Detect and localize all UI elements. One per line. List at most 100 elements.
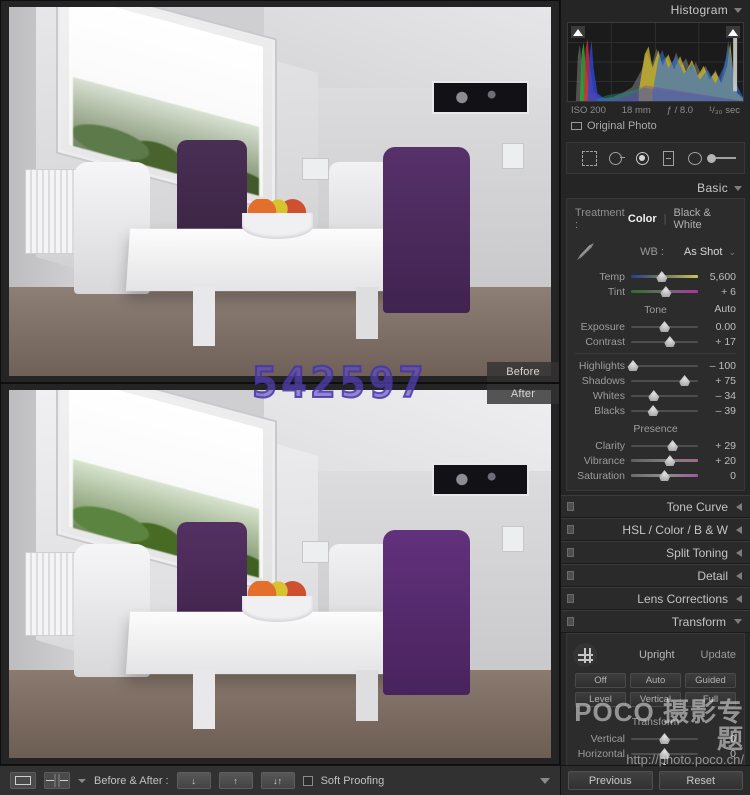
shadows-slider[interactable] [631,375,698,386]
chevron-left-icon[interactable] [736,571,742,580]
slider-row[interactable]: Vertical 0 [567,731,744,746]
saturation-slider-knob[interactable] [659,470,670,481]
chevron-down-icon[interactable] [734,619,742,624]
exposure-slider[interactable] [631,321,698,332]
slider-row[interactable]: Temp 5,600 [567,269,744,284]
radial-filter-tool[interactable] [685,148,705,168]
reset-button[interactable]: Reset [658,771,743,790]
highlight-clipping-indicator[interactable] [726,26,740,38]
saturation-slider[interactable] [631,470,698,481]
copy-after-settings-button[interactable]: ↑ [218,772,253,789]
after-photo-pane[interactable]: After [0,382,560,765]
wb-chevron-icon[interactable]: ⌄ [728,247,736,258]
horizontal-slider[interactable] [631,748,698,759]
horizontal-slider-knob[interactable] [659,748,670,759]
copy-before-settings-button[interactable]: ↓ [176,772,211,789]
panel-hsl-color-bw[interactable]: HSL / Color / B & W [561,518,750,541]
swap-settings-button[interactable]: ↓↑ [260,772,295,789]
chevron-left-icon[interactable] [736,548,742,557]
slider-row[interactable]: Exposure 0.00 [567,319,744,334]
upright-full-button[interactable]: Full [685,692,736,707]
graduated-filter-tool[interactable] [659,148,679,168]
before-after-view-icon[interactable] [44,772,70,789]
chevron-left-icon[interactable] [736,525,742,534]
adjustment-brush-tool[interactable] [707,148,737,168]
panel-switch-icon[interactable] [567,525,574,534]
chevron-left-icon[interactable] [736,502,742,511]
panel-transform-header[interactable]: Transform [561,610,750,633]
panel-tone-curve[interactable]: Tone Curve [561,495,750,518]
vibrance-slider-knob[interactable] [664,455,676,466]
chevron-down-icon[interactable] [734,7,742,13]
white-balance-selector-icon[interactable] [573,239,599,265]
upright-auto-button[interactable]: Auto [630,673,681,688]
slider-row[interactable]: Highlights – 100 [567,358,744,373]
slider-row[interactable]: Saturation 0 [567,468,744,483]
slider-row[interactable]: Contrast + 17 [567,334,744,349]
slider-row[interactable]: Tint + 6 [567,284,744,299]
panel-switch-icon[interactable] [567,502,574,511]
slider-row[interactable]: Vibrance + 20 [567,453,744,468]
contrast-slider[interactable] [631,336,698,347]
vertical-slider[interactable] [631,733,698,744]
wb-preset-value[interactable]: As Shot [684,246,723,258]
panel-lens-corrections[interactable]: Lens Corrections [561,587,750,610]
blacks-slider[interactable] [631,405,698,416]
soft-proofing-checkbox[interactable] [302,775,313,786]
panel-switch-icon[interactable] [567,548,574,557]
original-photo-row[interactable]: Original Photo [561,116,750,138]
treatment-bw-option[interactable]: Black & White [674,207,736,231]
temp-slider[interactable] [631,271,698,282]
view-mode-chevron-down-icon[interactable] [78,778,86,783]
upright-grid-icon[interactable] [573,643,597,667]
panel-switch-icon[interactable] [567,594,574,603]
highlights-slider[interactable] [627,360,698,371]
basic-panel-header[interactable]: Basic [561,178,750,198]
slider-row[interactable]: Whites – 34 [567,388,744,403]
previous-button[interactable]: Previous [568,771,653,790]
wall-art [431,463,530,497]
temp-slider-knob[interactable] [656,271,668,282]
shadow-clipping-indicator[interactable] [571,26,585,38]
vertical-slider-knob[interactable] [659,733,670,744]
panel-switch-icon[interactable] [567,617,574,626]
upright-update-button[interactable]: Update [701,649,736,661]
slider-row[interactable]: Horizontal 0 [567,746,744,761]
panel-detail[interactable]: Detail [561,564,750,587]
chevron-down-icon[interactable] [734,185,742,191]
contrast-slider-knob[interactable] [664,336,676,347]
whites-slider[interactable] [631,390,698,401]
blacks-slider-knob[interactable] [647,405,659,416]
auto-tone-button[interactable]: Auto [714,303,736,315]
slider-row[interactable]: Shadows + 75 [567,373,744,388]
clarity-slider-knob[interactable] [667,440,679,451]
upright-level-button[interactable]: Level [575,692,626,707]
panel-split-toning[interactable]: Split Toning [561,541,750,564]
before-photo-pane[interactable]: Before [0,0,560,383]
histogram-graph[interactable] [567,22,744,102]
upright-guided-button[interactable]: Guided [685,673,736,688]
exposure-value: 0.00 [715,320,736,333]
histogram-header[interactable]: Histogram [561,0,750,20]
vibrance-slider[interactable] [631,455,698,466]
shadows-slider-knob[interactable] [679,375,691,386]
red-eye-correction-tool[interactable] [632,148,652,168]
rotate-slider[interactable] [631,763,698,765]
slider-row[interactable]: Clarity + 29 [567,438,744,453]
tint-slider[interactable] [631,286,698,297]
clarity-slider[interactable] [631,440,698,451]
toolbar-chevron-down-icon[interactable] [540,777,550,784]
loupe-view-icon[interactable] [10,772,36,789]
whites-slider-knob[interactable] [648,390,660,401]
treatment-color-option[interactable]: Color [628,213,657,225]
panel-switch-icon[interactable] [567,571,574,580]
upright-vertical-button[interactable]: Vertical [630,692,681,707]
spot-removal-tool[interactable] [606,148,626,168]
upright-off-button[interactable]: Off [575,673,626,688]
rotate-slider-knob[interactable] [659,763,670,765]
crop-overlay-tool[interactable] [579,148,599,168]
exposure-slider-knob[interactable] [659,321,670,332]
slider-row[interactable]: Blacks – 39 [567,403,744,418]
chevron-left-icon[interactable] [736,594,742,603]
tint-slider-knob[interactable] [660,286,672,297]
